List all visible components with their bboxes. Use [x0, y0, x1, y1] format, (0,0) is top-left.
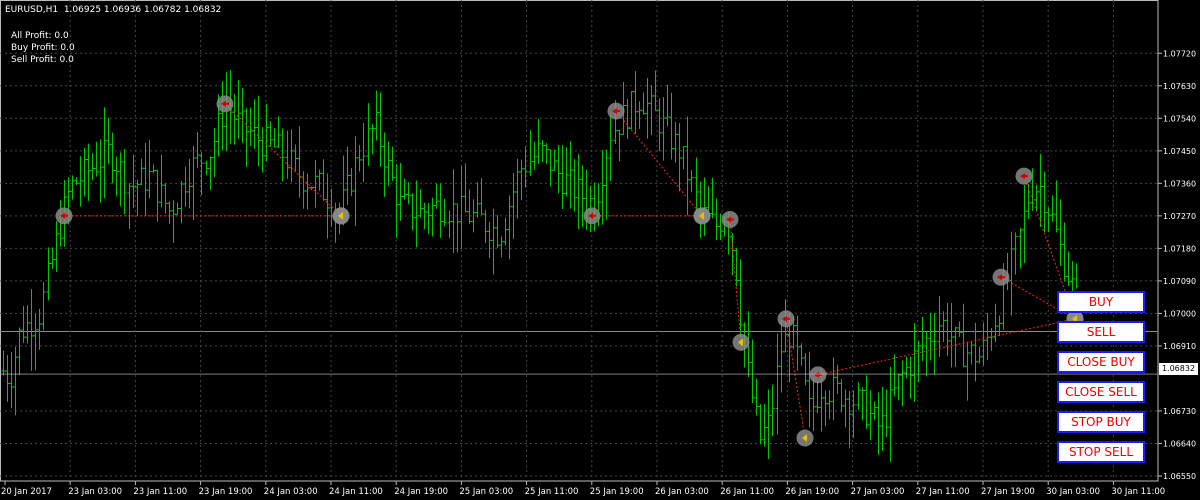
trade-open-arrow-tail: [617, 110, 620, 113]
trade-open-arrow-tail: [65, 214, 68, 217]
x-tick-label: 30 Jan 11:00: [1111, 487, 1165, 497]
all-profit-label: All Profit: 0.0: [11, 31, 69, 41]
stop-sell-button[interactable]: STOP SELL: [1057, 441, 1145, 463]
x-tick-label: 26 Jan 03:00: [655, 487, 709, 497]
y-tick-label: 1.07540: [1163, 114, 1196, 123]
price-axis: 1.07720 1.07630 1.07540 1.07450 1.07360 1.072…: [1158, 49, 1196, 481]
close-sell-button[interactable]: CLOSE SELL: [1057, 381, 1145, 403]
x-tick-label: 23 Jan 11:00: [133, 487, 187, 497]
close-buy-button[interactable]: CLOSE BUY: [1057, 351, 1145, 373]
y-tick-label: 1.07000: [1163, 309, 1196, 318]
y-tick-label: 1.06550: [1163, 472, 1196, 481]
time-axis: 20 Jan 2017 23 Jan 03:00 23 Jan 11:00 23 Ja…: [1, 481, 1165, 497]
x-tick-label: 25 Jan 19:00: [590, 487, 644, 497]
trade-open-arrow-tail: [1002, 276, 1005, 279]
y-tick-label: 1.07630: [1163, 82, 1196, 91]
candle-series: [1, 70, 1079, 463]
trade-open-arrow-tail: [593, 214, 596, 217]
trade-open-arrow-tail: [787, 317, 790, 320]
y-tick-label: 1.06730: [1163, 407, 1196, 416]
chart-frame: [0, 0, 1159, 482]
x-tick-label: 25 Jan 03:00: [459, 487, 513, 497]
price-chart[interactable]: 1.07720 1.07630 1.07540 1.07450 1.07360 1.072…: [0, 0, 1200, 500]
y-tick-label: 1.07720: [1163, 49, 1196, 58]
x-tick-label: 26 Jan 11:00: [720, 487, 774, 497]
x-tick-label: 23 Jan 03:00: [68, 487, 122, 497]
trade-lines: [0, 95, 1158, 447]
y-tick-label: 1.06910: [1163, 342, 1196, 351]
stop-buy-button[interactable]: STOP BUY: [1057, 411, 1145, 433]
x-tick-label: 26 Jan 19:00: [785, 487, 839, 497]
sell-button[interactable]: SELL: [1057, 321, 1145, 343]
y-tick-label: 1.07450: [1163, 147, 1196, 156]
current-price-tag: 1.06832: [1159, 363, 1198, 375]
trade-open-arrow-tail: [731, 218, 734, 221]
trade-line: [817, 318, 1076, 376]
x-tick-label: 23 Jan 19:00: [199, 487, 253, 497]
buy-profit-label: Buy Profit: 0.0: [11, 43, 75, 53]
x-tick-label: 25 Jan 11:00: [525, 487, 579, 497]
y-tick-label: 1.07180: [1163, 244, 1196, 253]
y-tick-label: 1.07090: [1163, 277, 1196, 286]
trade-open-arrow-tail: [1025, 175, 1028, 178]
x-tick-label: 20 Jan 2017: [1, 487, 52, 497]
trade-open-arrow-tail: [226, 102, 229, 105]
symbol-header: EURUSD,H1 1.06925 1.06936 1.06782 1.0683…: [5, 5, 222, 15]
x-tick-label: 24 Jan 19:00: [394, 487, 448, 497]
x-tick-label: 24 Jan 11:00: [329, 487, 383, 497]
trade-line: [785, 318, 806, 439]
x-tick-label: 30 Jan 03:00: [1046, 487, 1100, 497]
y-tick-label: 1.07360: [1163, 179, 1196, 188]
x-tick-label: 27 Jan 03:00: [851, 487, 905, 497]
sell-profit-label: Sell Profit: 0.0: [11, 55, 74, 65]
y-tick-label: 1.07270: [1163, 212, 1196, 221]
buy-button[interactable]: BUY: [1057, 291, 1145, 313]
x-tick-label: 27 Jan 11:00: [916, 487, 970, 497]
y-tick-label: 1.06640: [1163, 439, 1196, 448]
x-tick-label: 27 Jan 19:00: [981, 487, 1035, 497]
x-tick-label: 24 Jan 03:00: [264, 487, 318, 497]
